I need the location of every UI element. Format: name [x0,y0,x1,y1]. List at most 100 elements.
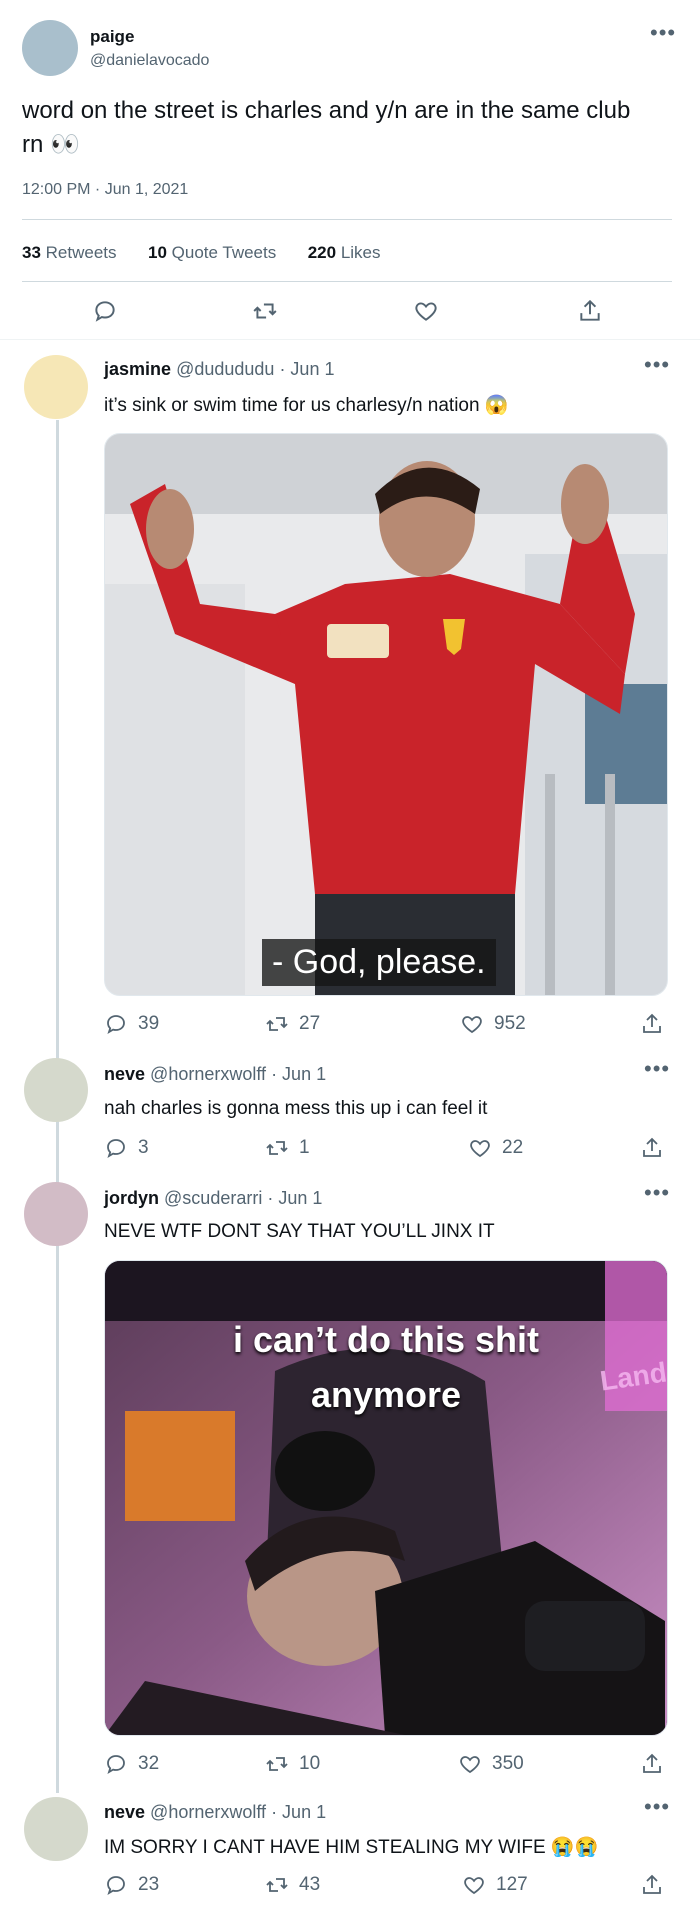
reply-header: neve @hornerxwolff · Jun 1 [104,1064,326,1085]
photo-illustration [105,434,667,995]
reply-icon [104,1752,128,1776]
heart-icon [468,1136,492,1160]
divider [22,219,672,220]
tweet-text: nah charles is gonna mess this up i can … [104,1098,488,1119]
handle[interactable]: @scuderarri [164,1188,262,1208]
quotes-stat[interactable]: 10 Quote Tweets [148,243,276,262]
avatar[interactable] [24,1182,88,1246]
share-icon [640,1012,664,1036]
like-action[interactable]: 952 [460,1012,526,1036]
avatar[interactable] [24,1058,88,1122]
retweet-action[interactable]: 10 [265,1752,320,1776]
retweets-label: Retweets [45,243,117,262]
likes-count: 220 [307,243,337,262]
avatar[interactable] [22,20,78,76]
stats-row: 33 Retweets 10 Quote Tweets 220 Likes [22,243,381,263]
avatar[interactable] [24,355,88,419]
date[interactable]: · Jun 1 [279,359,334,379]
retweet-icon [265,1012,289,1036]
display-name[interactable]: neve [104,1064,145,1084]
share-action[interactable] [640,1752,664,1776]
retweet-icon [265,1136,289,1160]
reply-count: 23 [138,1874,160,1895]
date[interactable]: · Jun 1 [267,1188,322,1208]
avatar[interactable] [24,1797,88,1861]
heart-icon[interactable] [413,298,439,324]
share-icon[interactable] [577,298,603,324]
retweet-count: 27 [299,1013,321,1034]
divider [22,281,672,282]
retweet-icon[interactable] [252,298,278,324]
more-icon[interactable]: ••• [644,1796,670,1818]
heart-icon [462,1873,486,1897]
reply-count: 3 [138,1137,149,1158]
quotes-label: Quote Tweets [171,243,277,262]
reply-action[interactable]: 39 [104,1012,159,1036]
handle[interactable]: @hornerxwolff [150,1802,266,1822]
heart-icon [458,1752,482,1776]
media-caption: - God, please. [262,939,496,986]
media-image[interactable]: i can’t do this shit anymore Land [104,1260,668,1736]
reply-icon [104,1012,128,1036]
reply-count: 39 [138,1013,160,1034]
retweet-count: 43 [299,1874,321,1895]
reply-icon[interactable] [92,298,118,324]
heart-icon [460,1012,484,1036]
retweet-count: 1 [299,1137,310,1158]
more-icon[interactable]: ••• [644,354,670,376]
tweet-text: IM SORRY I CANT HAVE HIM STEALING MY WIF… [104,1837,599,1858]
reply-count: 32 [138,1753,160,1774]
quotes-count: 10 [148,243,167,262]
display-name[interactable]: paige [90,27,134,47]
media-caption-line2: anymore [310,1374,462,1415]
like-action[interactable]: 22 [468,1136,523,1160]
display-name[interactable]: jordyn [104,1188,159,1208]
tweet-text: word on the street is charles and y/n ar… [22,97,631,158]
share-action[interactable] [640,1136,664,1160]
more-icon[interactable]: ••• [650,22,676,44]
retweet-count: 10 [299,1753,321,1774]
display-name[interactable]: neve [104,1802,145,1822]
more-icon[interactable]: ••• [644,1058,670,1080]
reply-icon [104,1873,128,1897]
share-action[interactable] [640,1012,664,1036]
reply-action[interactable]: 3 [104,1136,149,1160]
likes-stat[interactable]: 220 Likes [308,243,381,262]
retweet-action[interactable]: 27 [265,1012,320,1036]
like-action[interactable]: 127 [462,1873,528,1897]
retweet-icon [265,1873,289,1897]
retweets-count: 33 [22,243,41,262]
media-image[interactable]: - God, please. [104,433,668,996]
likes-label: Likes [340,243,381,262]
like-count: 350 [492,1753,524,1774]
thread-line [56,1248,59,1793]
reply-action[interactable]: 32 [104,1752,159,1776]
reply-header: jordyn @scuderarri · Jun 1 [104,1188,322,1209]
handle[interactable]: @danielavocado [90,52,209,70]
divider [0,339,700,340]
like-action[interactable]: 350 [458,1752,524,1776]
reply-action[interactable]: 23 [104,1873,159,1897]
share-icon [640,1752,664,1776]
date[interactable]: · Jun 1 [271,1802,326,1822]
display-name[interactable]: jasmine [104,359,171,379]
handle[interactable]: @hornerxwolff [150,1064,266,1084]
retweet-action[interactable]: 43 [265,1873,320,1897]
share-icon [640,1873,664,1897]
share-action[interactable] [640,1873,664,1897]
timestamp[interactable]: 12:00 PM · Jun 1, 2021 [22,181,188,199]
share-icon [640,1136,664,1160]
like-count: 22 [502,1137,524,1158]
retweet-action[interactable]: 1 [265,1136,310,1160]
like-count: 952 [494,1013,526,1034]
more-icon[interactable]: ••• [644,1182,670,1204]
date[interactable]: · Jun 1 [271,1064,326,1084]
retweet-icon [265,1752,289,1776]
reply-icon [104,1136,128,1160]
reply-header: jasmine @dudududu · Jun 1 [104,359,334,380]
thread-line [56,1122,59,1177]
handle[interactable]: @dudududu [176,359,274,379]
media-caption-line1: i can’t do this shit [232,1319,540,1360]
tweet-text: it’s sink or swim time for us charlesy/n… [104,395,509,416]
retweets-stat[interactable]: 33 Retweets [22,243,117,262]
